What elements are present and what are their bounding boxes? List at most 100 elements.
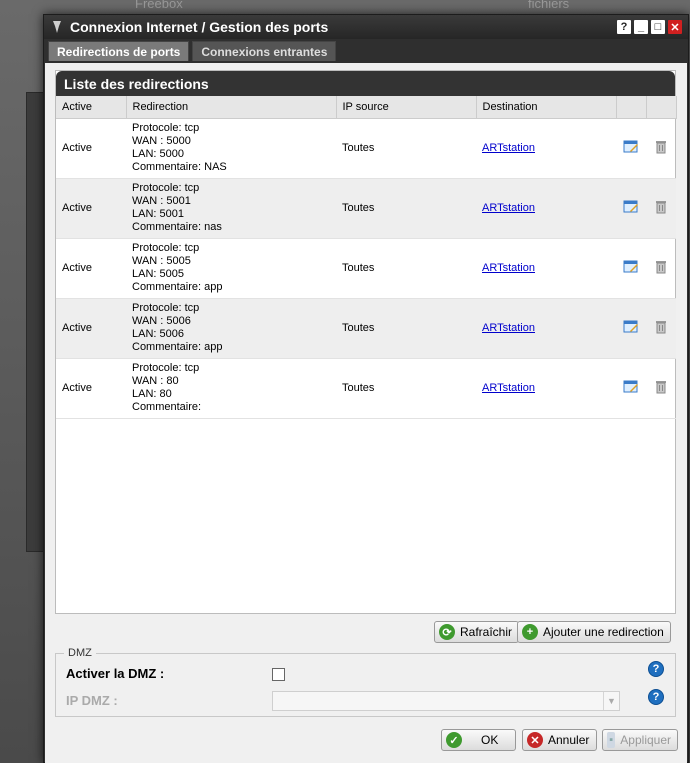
row-comment: Commentaire: nas bbox=[132, 221, 222, 233]
title-bar[interactable]: Connexion Internet / Gestion des ports ?… bbox=[44, 15, 688, 39]
row-comment: Commentaire: bbox=[132, 401, 202, 413]
refresh-label: Rafraîchir bbox=[460, 625, 513, 639]
row-destination-link[interactable]: ARTstation bbox=[482, 322, 535, 334]
column-redirection[interactable]: Redirection bbox=[126, 96, 337, 119]
row-active: Active bbox=[56, 238, 126, 299]
row-ip-source: Toutes bbox=[336, 238, 476, 299]
row-lan: LAN: 5006 bbox=[132, 328, 184, 340]
table-row[interactable]: Active Protocole: tcp WAN : 80 LAN: 80 Comme… bbox=[56, 358, 676, 419]
row-lan: LAN: 5000 bbox=[132, 148, 184, 160]
redirections-table: Active Redirection IP source Destination… bbox=[56, 96, 677, 419]
row-ip-source: Toutes bbox=[336, 178, 476, 239]
row-ip-source: Toutes bbox=[336, 118, 476, 179]
row-protocol: Protocole: tcp bbox=[132, 362, 200, 374]
row-redirection: Protocole: tcp WAN : 5006 LAN: 5006 Comment… bbox=[126, 298, 336, 359]
row-lan: LAN: 5005 bbox=[132, 268, 184, 280]
table-row[interactable]: Active Protocole: tcp WAN : 5001 LAN: 5001 C… bbox=[56, 178, 676, 239]
row-active: Active bbox=[56, 358, 126, 419]
apply-label: Appliquer bbox=[620, 733, 671, 747]
row-redirection: Protocole: tcp WAN : 5005 LAN: 5005 Comment… bbox=[126, 238, 336, 299]
add-icon: + bbox=[522, 624, 538, 640]
row-redirection: Protocole: tcp WAN : 80 LAN: 80 Commentaire… bbox=[126, 358, 336, 419]
row-wan: WAN : 5001 bbox=[132, 195, 191, 207]
bg-files-label: fichiers bbox=[528, 0, 570, 11]
row-active: Active bbox=[56, 118, 126, 179]
add-redirection-label: Ajouter une redirection bbox=[543, 625, 664, 639]
help-icon[interactable]: ? bbox=[648, 661, 664, 677]
row-ip-source: Toutes bbox=[336, 358, 476, 419]
save-icon: ▪ bbox=[607, 732, 616, 748]
row-redirection: Protocole: tcp WAN : 5000 LAN: 5000 Comment… bbox=[126, 118, 336, 179]
row-protocol: Protocole: tcp bbox=[132, 182, 200, 194]
row-comment: Commentaire: app bbox=[132, 281, 223, 293]
close-button[interactable]: ✕ bbox=[668, 20, 682, 34]
help-window-button[interactable]: ? bbox=[617, 20, 631, 34]
tab-incoming-connections[interactable]: Connexions entrantes bbox=[192, 41, 337, 61]
row-redirection: Protocole: tcp WAN : 5001 LAN: 5001 Comment… bbox=[126, 178, 336, 239]
row-active: Active bbox=[56, 178, 126, 239]
table-row[interactable]: Active Protocole: tcp WAN : 5006 LAN: 5006 C… bbox=[56, 298, 676, 359]
column-active[interactable]: Active bbox=[56, 96, 127, 119]
row-destination-link[interactable]: ARTstation bbox=[482, 142, 535, 154]
trash-icon[interactable] bbox=[652, 259, 670, 275]
freebox-app-icon bbox=[50, 20, 64, 34]
column-edit bbox=[616, 96, 647, 119]
dmz-fieldset: DMZ Activer la DMZ : ? IP DMZ : ▼ ? bbox=[55, 647, 676, 717]
refresh-button[interactable]: ⟳ Rafraîchir bbox=[434, 621, 520, 643]
row-comment: Commentaire: app bbox=[132, 341, 223, 353]
trash-icon[interactable] bbox=[652, 139, 670, 155]
column-delete bbox=[646, 96, 677, 119]
row-destination-link[interactable]: ARTstation bbox=[482, 382, 535, 394]
table-row[interactable]: Active Protocole: tcp WAN : 5000 LAN: 5000 C… bbox=[56, 118, 676, 179]
edit-icon[interactable] bbox=[622, 259, 640, 275]
edit-icon[interactable] bbox=[622, 379, 640, 395]
row-destination-link[interactable]: ARTstation bbox=[482, 202, 535, 214]
row-wan: WAN : 5006 bbox=[132, 315, 191, 327]
dialog-content: Liste des redirections Active Redirectio… bbox=[45, 63, 687, 763]
dmz-ip-select[interactable]: ▼ bbox=[272, 691, 620, 711]
table-row[interactable]: Active Protocole: tcp WAN : 5005 LAN: 5005 C… bbox=[56, 238, 676, 299]
dmz-legend: DMZ bbox=[64, 647, 96, 659]
apply-button[interactable]: ▪ Appliquer bbox=[602, 729, 678, 751]
tab-bar: Redirections de ports Connexions entrant… bbox=[44, 41, 688, 63]
maximize-button[interactable]: □ bbox=[651, 20, 665, 34]
trash-icon[interactable] bbox=[652, 379, 670, 395]
refresh-icon: ⟳ bbox=[439, 624, 455, 640]
minimize-button[interactable]: _ bbox=[634, 20, 648, 34]
column-destination[interactable]: Destination bbox=[476, 96, 617, 119]
cancel-button[interactable]: ✕ Annuler bbox=[522, 729, 597, 751]
bg-freebox-label: Freebox bbox=[135, 0, 183, 11]
ok-button[interactable]: ✓ OK bbox=[441, 729, 516, 751]
row-active: Active bbox=[56, 298, 126, 359]
port-management-dialog: Connexion Internet / Gestion des ports ?… bbox=[43, 14, 689, 763]
edit-icon[interactable] bbox=[622, 139, 640, 155]
dmz-enable-checkbox[interactable] bbox=[272, 668, 285, 681]
row-wan: WAN : 5005 bbox=[132, 255, 191, 267]
row-wan: WAN : 5000 bbox=[132, 135, 191, 147]
cancel-icon: ✕ bbox=[527, 732, 543, 748]
panel-title: Liste des redirections bbox=[56, 71, 675, 96]
add-redirection-button[interactable]: + Ajouter une redirection bbox=[517, 621, 671, 643]
row-comment: Commentaire: NAS bbox=[132, 161, 227, 173]
redirections-panel: Liste des redirections Active Redirectio… bbox=[55, 70, 677, 614]
row-wan: WAN : 80 bbox=[132, 375, 179, 387]
row-destination-link[interactable]: ARTstation bbox=[482, 262, 535, 274]
row-protocol: Protocole: tcp bbox=[132, 122, 200, 134]
redirections-rows: Active Protocole: tcp WAN : 5000 LAN: 5000 C… bbox=[56, 118, 676, 419]
row-ip-source: Toutes bbox=[336, 298, 476, 359]
cancel-label: Annuler bbox=[548, 733, 590, 747]
dmz-ip-label: IP DMZ : bbox=[66, 693, 118, 708]
trash-icon[interactable] bbox=[652, 319, 670, 335]
row-lan: LAN: 80 bbox=[132, 388, 172, 400]
chevron-down-icon: ▼ bbox=[603, 692, 619, 710]
check-icon: ✓ bbox=[446, 732, 462, 748]
edit-icon[interactable] bbox=[622, 199, 640, 215]
tab-port-redirections[interactable]: Redirections de ports bbox=[48, 41, 190, 61]
window-title: Connexion Internet / Gestion des ports bbox=[70, 19, 329, 35]
row-protocol: Protocole: tcp bbox=[132, 302, 200, 314]
ok-label: OK bbox=[481, 733, 499, 747]
column-ip-source[interactable]: IP source bbox=[336, 96, 477, 119]
edit-icon[interactable] bbox=[622, 319, 640, 335]
trash-icon[interactable] bbox=[652, 199, 670, 215]
help-icon[interactable]: ? bbox=[648, 689, 664, 705]
